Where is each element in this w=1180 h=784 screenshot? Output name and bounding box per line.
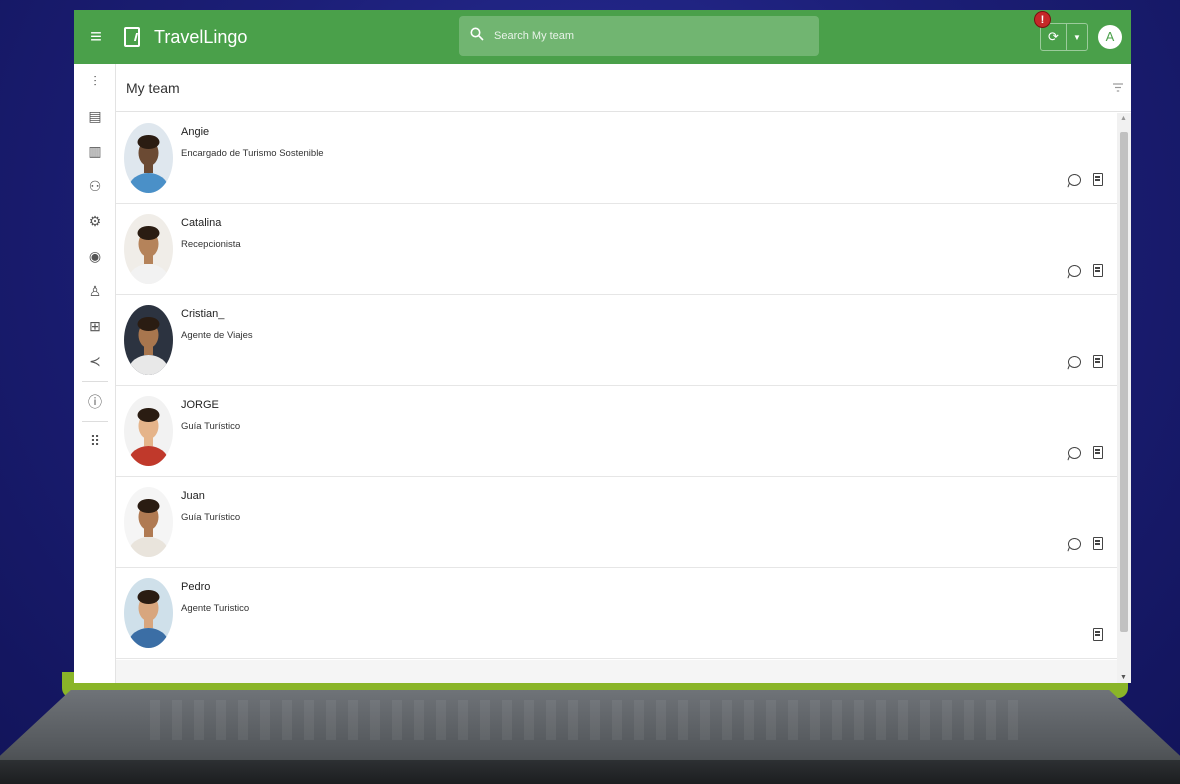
sidebar-item-toggle[interactable]: ◉ [74, 239, 116, 274]
scroll-up-icon[interactable]: ▲ [1120, 115, 1127, 122]
chat-icon[interactable] [1068, 446, 1081, 459]
member-name[interactable]: Cristian_ [181, 308, 224, 320]
member-actions [1068, 537, 1103, 550]
member-name[interactable]: Juan [181, 490, 205, 502]
app-window: ≡ TravelLingo ⟳ ▼ ! A ⫶ ▤ ▥ ⚇ ⚙ ◉ ♙ ⊞ ≺ ⓘ ⠿ My tea… [74, 10, 1131, 683]
member-avatar [124, 123, 173, 193]
share-icon: ≺ [89, 353, 101, 369]
page-header: My team [116, 64, 1131, 112]
member-role: Agente Turistico [181, 603, 250, 614]
toggle-icon: ◉ [88, 248, 102, 264]
analytics-icon: ⫶ [93, 73, 97, 89]
chat-icon[interactable] [1068, 264, 1081, 277]
notebook-icon[interactable] [1093, 446, 1103, 459]
sidebar-divider [82, 381, 108, 382]
sidebar: ⫶ ▤ ▥ ⚇ ⚙ ◉ ♙ ⊞ ≺ ⓘ ⠿ [74, 64, 116, 683]
page-title: My team [126, 79, 180, 96]
document-icon: ▤ [88, 108, 102, 124]
chevron-down-icon[interactable]: ▼ [1067, 24, 1087, 50]
member-actions [1093, 628, 1103, 641]
laptop-keyboard [150, 700, 1030, 740]
sidebar-item-share[interactable]: ≺ [74, 344, 116, 379]
scroll-thumb[interactable] [1120, 132, 1128, 632]
notebook-icon[interactable] [1093, 355, 1103, 368]
team-member-row[interactable]: Catalina Recepcionista [116, 204, 1117, 295]
notebook-icon[interactable] [1093, 264, 1103, 277]
member-actions [1068, 264, 1103, 277]
search-icon [470, 27, 484, 45]
team-list: Angie Encargado de Turismo Sostenible Cata… [116, 113, 1117, 683]
member-actions [1068, 355, 1103, 368]
sidebar-item-library[interactable]: ▥ [74, 134, 116, 169]
user-avatar[interactable]: A [1098, 25, 1122, 49]
sync-icon[interactable]: ⟳ [1041, 24, 1067, 50]
sidebar-item-org-chart[interactable]: ⊞ [74, 309, 116, 344]
member-role: Guía Turístico [181, 421, 241, 432]
filter-icon[interactable] [1113, 81, 1123, 95]
member-role: Guía Turístico [181, 512, 241, 523]
org-chart-icon: ⊞ [89, 318, 101, 334]
sidebar-divider [82, 421, 108, 422]
member-name[interactable]: JORGE [181, 399, 219, 411]
sidebar-item-info[interactable]: ⓘ [74, 384, 116, 419]
member-role: Encargado de Turismo Sostenible [181, 148, 324, 159]
member-role: Agente de Viajes [181, 330, 253, 341]
team-member-row[interactable]: JORGE Guía Turístico [116, 386, 1117, 477]
notebook-icon[interactable] [1093, 173, 1103, 186]
member-actions [1068, 173, 1103, 186]
top-bar: ≡ TravelLingo ⟳ ▼ ! A [74, 10, 1131, 64]
member-avatar [124, 214, 173, 284]
sidebar-item-user[interactable]: ♙ [74, 274, 116, 309]
scrollbar[interactable]: ▲ ▼ [1117, 113, 1131, 683]
app-title: TravelLingo [154, 26, 248, 47]
member-actions [1068, 446, 1103, 459]
sidebar-item-settings[interactable]: ⚙ [74, 204, 116, 239]
sidebar-item-team[interactable]: ⚇ [74, 169, 116, 204]
member-avatar [124, 396, 173, 466]
sidebar-item-analytics[interactable]: ⫶ [74, 64, 116, 99]
chat-icon[interactable] [1068, 355, 1081, 368]
list-footer [116, 660, 1117, 683]
team-member-row[interactable]: Pedro Agente Turistico [116, 568, 1117, 659]
apps-grid-icon: ⠿ [89, 433, 101, 449]
sidebar-item-document[interactable]: ▤ [74, 99, 116, 134]
notebook-icon[interactable] [1093, 628, 1103, 641]
member-role: Recepcionista [181, 239, 241, 250]
team-member-row[interactable]: Juan Guía Turístico [116, 477, 1117, 568]
member-avatar [124, 487, 173, 557]
user-icon: ♙ [88, 283, 102, 299]
alert-badge[interactable]: ! [1034, 11, 1051, 28]
member-name[interactable]: Angie [181, 126, 209, 138]
team-member-row[interactable]: Cristian_ Agente de Viajes [116, 295, 1117, 386]
chat-icon[interactable] [1068, 173, 1081, 186]
member-name[interactable]: Catalina [181, 217, 221, 229]
main-panel: My team Angie Encargado de Turismo Sosten… [116, 64, 1131, 683]
member-avatar [124, 305, 173, 375]
team-member-row[interactable]: Angie Encargado de Turismo Sostenible [116, 113, 1117, 204]
member-name[interactable]: Pedro [181, 581, 210, 593]
chat-icon[interactable] [1068, 537, 1081, 550]
scroll-down-icon[interactable]: ▼ [1120, 674, 1127, 681]
info-icon: ⓘ [88, 393, 102, 410]
search-bar[interactable] [459, 16, 819, 56]
menu-icon[interactable]: ≡ [76, 26, 116, 49]
laptop-front-edge [0, 760, 1180, 784]
library-icon: ▥ [88, 143, 102, 159]
settings-icon: ⚙ [88, 213, 102, 229]
app-logo-icon [124, 27, 140, 47]
team-icon: ⚇ [88, 178, 102, 194]
sidebar-item-apps-grid[interactable]: ⠿ [74, 424, 116, 459]
member-avatar [124, 578, 173, 648]
search-input[interactable] [494, 30, 794, 42]
notebook-icon[interactable] [1093, 537, 1103, 550]
sync-button-group: ⟳ ▼ [1040, 23, 1088, 51]
